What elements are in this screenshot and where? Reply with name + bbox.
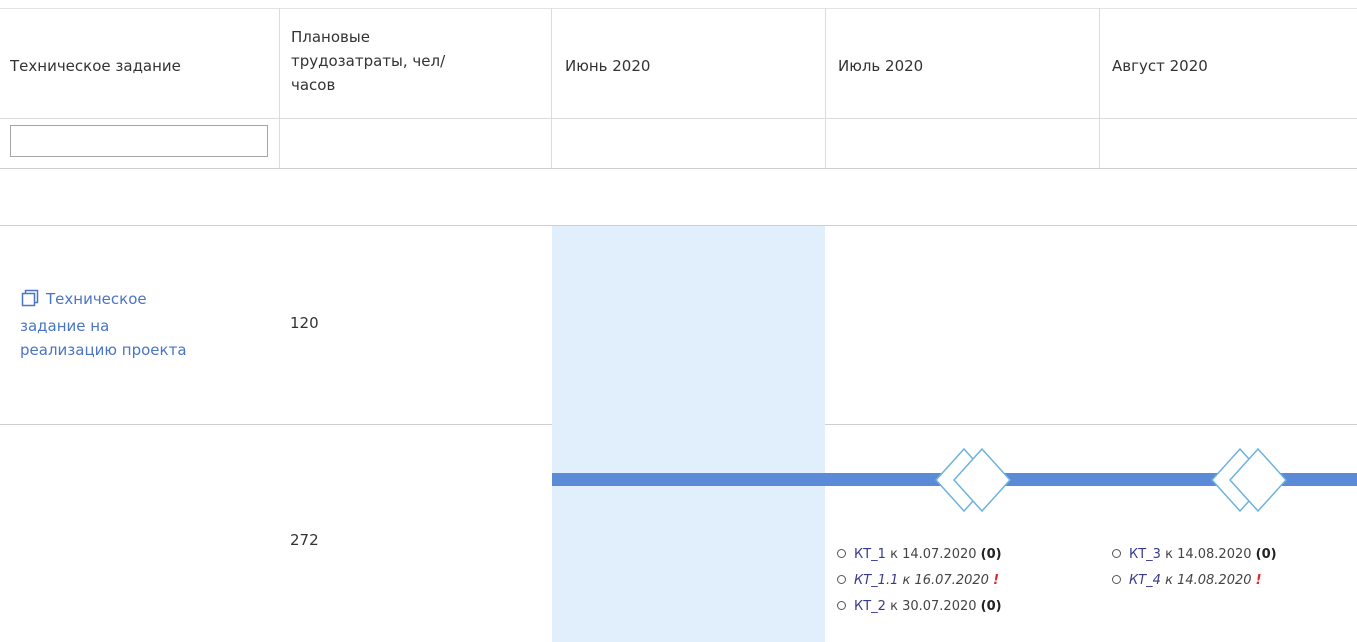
current-month-highlight	[552, 226, 825, 642]
col-divider-3	[825, 8, 826, 168]
column-header-planned-hours-line-1: Плановые	[291, 28, 370, 46]
column-header-june-2020[interactable]: Июнь 2020	[565, 57, 650, 75]
column-header-planned-hours[interactable]: Плановые трудозатраты, чел/ часов	[291, 25, 445, 97]
milestone-item[interactable]: КТ_4 к 14.08.2020 !	[1112, 568, 1277, 594]
milestone-name[interactable]: КТ_1.1	[854, 573, 898, 588]
milestone-diamond-july[interactable]	[930, 445, 1020, 515]
copy-icon	[20, 289, 40, 314]
milestone-diamond-august[interactable]	[1206, 445, 1296, 515]
milestone-name[interactable]: КТ_3	[1129, 547, 1161, 562]
col-divider-4	[1099, 8, 1100, 168]
milestone-name[interactable]: КТ_1	[854, 547, 886, 562]
milestone-date: к 16.07.2020	[902, 573, 989, 588]
column-header-august-2020[interactable]: Август 2020	[1112, 57, 1208, 75]
milestone-warning-mark: !	[993, 573, 999, 588]
milestone-count: (0)	[980, 599, 1002, 614]
milestone-circle-icon	[837, 575, 846, 584]
task-filter-input[interactable]	[10, 125, 268, 157]
milestone-count: (0)	[980, 547, 1002, 562]
filter-row-bottom-border	[0, 168, 1357, 169]
milestone-date: к 14.08.2020	[1165, 547, 1252, 562]
milestone-date: к 30.07.2020	[890, 599, 977, 614]
col-divider-2	[551, 8, 552, 168]
header-top-border	[0, 8, 1357, 9]
header-bottom-border	[0, 118, 1357, 119]
col-divider-1	[279, 8, 280, 168]
milestone-item[interactable]: КТ_1 к 14.07.2020 (0)	[837, 542, 1002, 568]
milestone-circle-icon	[1112, 575, 1121, 584]
milestone-date: к 14.08.2020	[1165, 573, 1252, 588]
milestone-item[interactable]: КТ_3 к 14.08.2020 (0)	[1112, 542, 1277, 568]
column-header-july-2020[interactable]: Июль 2020	[838, 57, 923, 75]
milestone-item[interactable]: КТ_1.1 к 16.07.2020 !	[837, 568, 1002, 594]
task-title-line-3: реализацию проекта	[20, 341, 187, 359]
row-1-planned-hours: 120	[290, 314, 319, 332]
milestone-warning-mark: !	[1255, 573, 1262, 588]
milestone-list-july: КТ_1 к 14.07.2020 (0) КТ_1.1 к 16.07.202…	[837, 542, 1002, 620]
milestone-circle-icon	[837, 601, 846, 610]
task-link-technical-spec[interactable]: Техническое задание на реализацию проект…	[20, 287, 260, 362]
milestone-name[interactable]: КТ_2	[854, 599, 886, 614]
column-header-planned-hours-line-3: часов	[291, 76, 336, 94]
milestone-circle-icon	[1112, 549, 1121, 558]
column-header-task[interactable]: Техническое задание	[10, 57, 181, 75]
task-title-line-1: Техническое	[46, 290, 147, 308]
milestone-circle-icon	[837, 549, 846, 558]
milestone-list-august: КТ_3 к 14.08.2020 (0) КТ_4 к 14.08.2020 …	[1112, 542, 1277, 594]
milestone-item[interactable]: КТ_2 к 30.07.2020 (0)	[837, 594, 1002, 620]
row-2-planned-hours: 272	[290, 531, 319, 549]
task-title-line-2: задание на	[20, 317, 110, 335]
milestone-name[interactable]: КТ_4	[1129, 573, 1161, 588]
milestone-count: (0)	[1255, 547, 1277, 562]
column-header-planned-hours-line-2: трудозатраты, чел/	[291, 52, 446, 70]
milestone-date: к 14.07.2020	[890, 547, 977, 562]
